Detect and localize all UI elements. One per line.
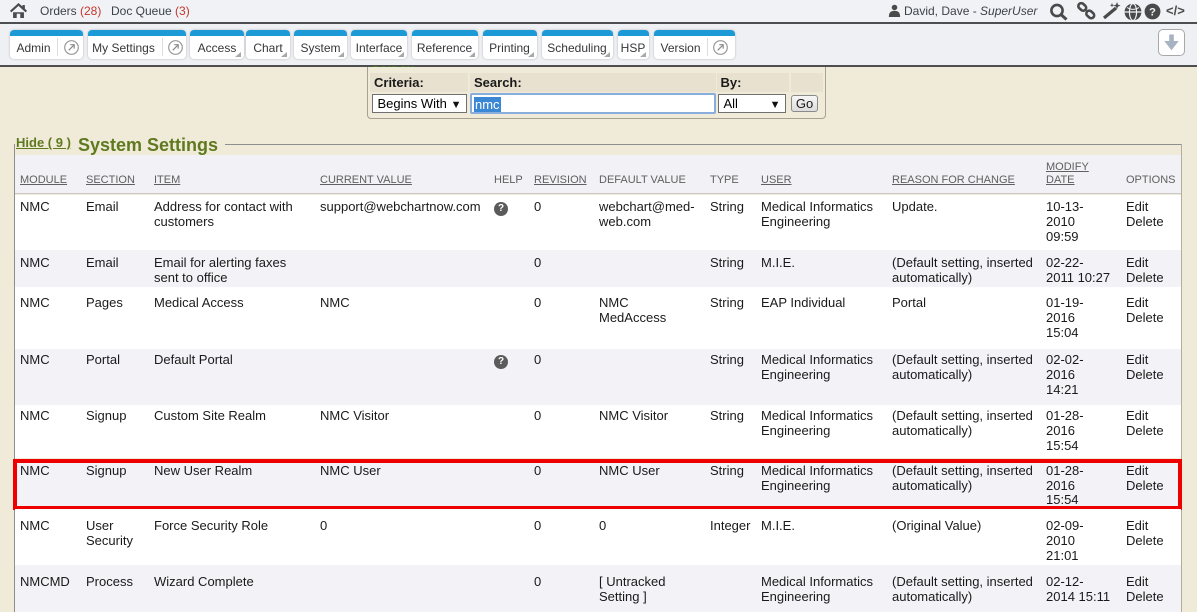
svg-text:?: ? [1149, 7, 1156, 19]
